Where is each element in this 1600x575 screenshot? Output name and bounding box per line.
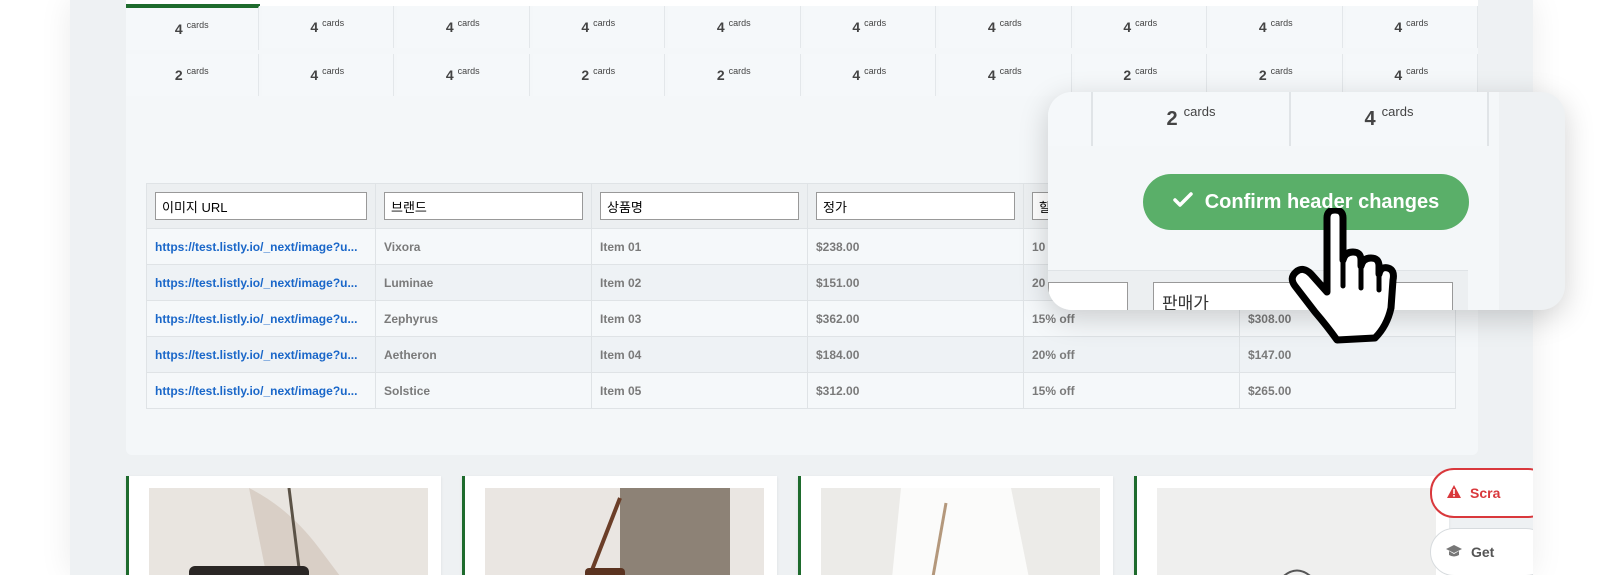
warning-icon [1446,484,1462,503]
image-url-cell[interactable]: https://test.listly.io/_next/image?u... [145,372,377,409]
card-count-grid: 4 cards 4 cards 4 cards 4 cards 4 cards 4 card… [126,6,1478,100]
image-url-cell[interactable]: https://test.listly.io/_next/image?u... [145,264,377,301]
get-started-button[interactable]: Get [1430,528,1533,575]
sale-price-cell: $265.00 [1238,372,1457,409]
card-count-cell[interactable]: 2 cards [1210,54,1343,96]
pointer-hand-icon [1288,208,1397,344]
table-row: https://test.listly.io/_next/image?u... … [145,372,1457,409]
card-count-cell[interactable]: 4 cards [1210,6,1343,48]
grid-top-edge [126,0,1478,6]
image-url-cell[interactable]: https://test.listly.io/_next/image?u... [145,228,377,265]
graduation-cap-icon [1445,543,1463,562]
price-cell: $184.00 [806,336,1024,373]
discount-cell: 15% off [1022,372,1240,409]
header-cell [145,183,377,229]
product-card[interactable] [1134,476,1449,575]
header-cell [806,183,1024,229]
active-indicator [126,4,260,6]
product-name-cell: Item 02 [591,264,808,301]
zoom-header-input-partial[interactable] [1048,282,1128,310]
zoom-panel: 2 cards 4 cards Confirm header changes 판매가 [1048,92,1499,310]
zoom-card-count-cell[interactable]: 2 cards [1093,92,1291,146]
price-cell: $312.00 [806,372,1024,409]
table-row: https://test.listly.io/_next/image?u... … [145,336,1457,373]
card-count-cell[interactable]: 4 cards [126,6,259,50]
price-cell: $238.00 [806,228,1024,265]
product-image [149,488,428,575]
card-count-cell[interactable]: 4 cards [261,54,394,96]
product-image [485,488,764,575]
card-count-cell[interactable]: 4 cards [397,6,530,48]
card-count-cell[interactable]: 2 cards [126,54,259,96]
product-card[interactable] [462,476,777,575]
card-row-2: 2 cards 4 cards 4 cards 2 cards 2 cards 4 card… [126,54,1478,96]
checkmark-icon [1172,191,1193,214]
product-photo [821,488,1100,575]
price-cell: $151.00 [806,264,1024,301]
card-count-cell[interactable]: 2 cards [532,54,665,96]
brand-cell: Solstice [375,372,592,409]
card-count-cell[interactable]: 2 cards [1074,54,1207,96]
product-photo [1157,488,1436,575]
product-card[interactable] [126,476,441,575]
card-count-cell[interactable]: 4 cards [939,54,1072,96]
card-count-cell[interactable]: 4 cards [668,6,801,48]
zoom-card-count-cell[interactable]: 4 cards [1291,92,1489,146]
image-url-cell[interactable]: https://test.listly.io/_next/image?u... [145,336,377,373]
card-count-cell[interactable]: 4 cards [803,54,936,96]
brand-cell: Zephyrus [375,300,592,337]
card-count-cell[interactable]: 4 cards [1074,6,1207,48]
brand-cell: Aetheron [375,336,592,373]
header-input[interactable] [815,192,1015,220]
product-card-list [126,476,1526,575]
brand-cell: Vixora [375,228,592,265]
card-count-cell[interactable]: 4 cards [261,6,394,48]
scrape-button[interactable]: Scra [1430,468,1533,518]
header-cell [591,183,808,229]
header-input[interactable] [600,192,799,220]
price-cell: $362.00 [806,300,1024,337]
card-count-cell[interactable]: 4 cards [1345,6,1478,48]
discount-cell: 20% off [1022,336,1240,373]
card-row-1: 4 cards 4 cards 4 cards 4 cards 4 cards 4 card… [126,6,1478,50]
header-input[interactable] [155,192,368,220]
product-name-cell: Item 05 [591,372,808,409]
card-count-cell[interactable]: 2 cards [668,54,801,96]
product-photo [485,488,764,575]
header-input[interactable] [384,192,583,220]
header-cell [375,183,592,229]
product-image [1157,488,1436,575]
card-count-cell[interactable]: 4 cards [1345,54,1478,96]
get-started-label: Get [1471,544,1495,560]
card-count-cell[interactable]: 4 cards [532,6,665,48]
scrape-button-label: Scra [1470,485,1501,501]
product-name-cell: Item 03 [591,300,808,337]
zoom-card-cell-partial [1048,92,1093,146]
card-count-cell[interactable]: 4 cards [397,54,530,96]
product-image [821,488,1100,575]
product-name-cell: Item 04 [591,336,808,373]
card-count-cell[interactable]: 4 cards [803,6,936,48]
product-name-cell: Item 01 [591,228,808,265]
product-photo [149,488,428,575]
brand-cell: Luminae [375,264,592,301]
image-url-cell[interactable]: https://test.listly.io/_next/image?u... [145,300,377,337]
card-count-cell[interactable]: 4 cards [939,6,1072,48]
product-card[interactable] [798,476,1113,575]
